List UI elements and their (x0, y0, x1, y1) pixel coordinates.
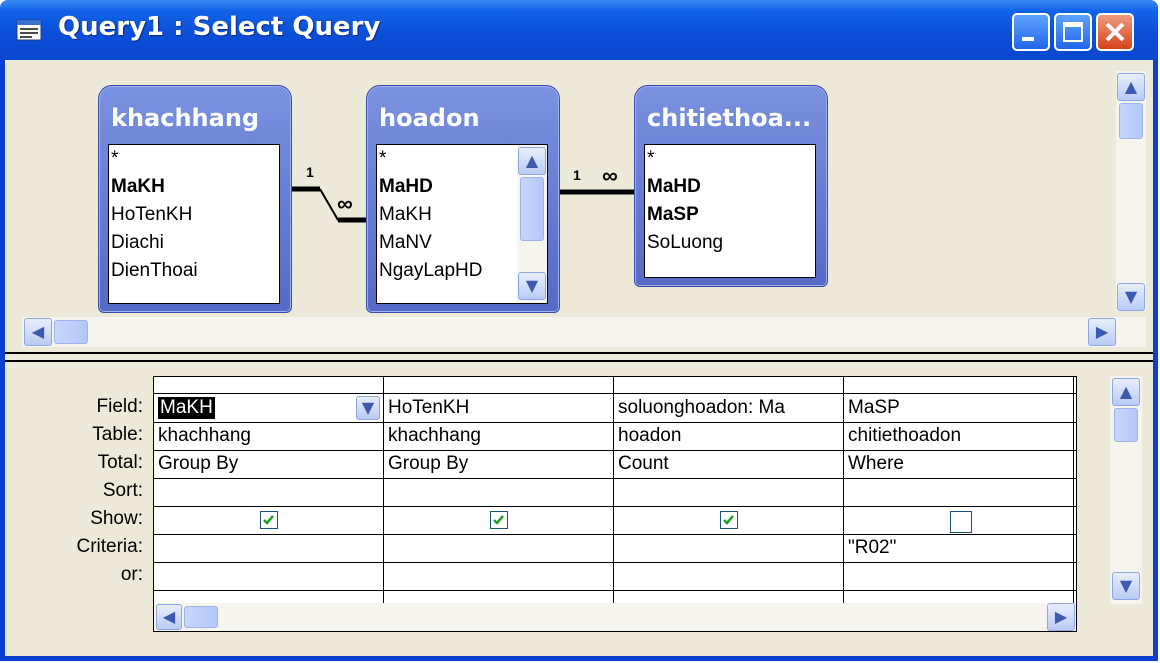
row-label-table: Table: (92, 424, 143, 445)
query-icon (16, 19, 42, 41)
row-label-total: Total: (97, 452, 143, 473)
scroll-thumb[interactable] (184, 606, 218, 628)
close-icon (1105, 22, 1125, 42)
query-client-area: 1 ∞ 1 ∞ khachhang * MaKH HoTenKH Diachi … (5, 60, 1153, 656)
table-cell[interactable]: chitiethoadon (848, 425, 961, 447)
field-list[interactable]: * MaHD MaSP SoLuong (644, 144, 816, 278)
chevron-up-icon: ▲ (525, 151, 539, 170)
scroll-up-button[interactable]: ▲ (518, 147, 546, 175)
design-grid-pane: Field: Table: Total: Sort: Show: Criteri… (5, 362, 1153, 656)
field-item[interactable]: HoTenKH (111, 204, 192, 226)
table-name: khachhang (111, 104, 260, 132)
total-cell[interactable]: Group By (388, 453, 468, 475)
criteria-cell[interactable]: "R02" (848, 537, 896, 559)
total-cell[interactable]: Count (618, 453, 669, 475)
table-khachhang[interactable]: khachhang * MaKH HoTenKH Diachi DienThoa… (98, 85, 292, 313)
field-cell[interactable]: HoTenKH (388, 397, 469, 419)
scroll-down-button[interactable]: ▼ (1112, 572, 1140, 600)
relationship-many-label: ∞ (337, 191, 353, 216)
field-cell[interactable]: MaSP (848, 397, 900, 419)
checkmark-icon (263, 515, 274, 525)
field-item[interactable]: MaHD (647, 176, 701, 198)
field-list[interactable]: * MaKH HoTenKH Diachi DienThoai (108, 144, 280, 304)
scroll-right-button[interactable]: ▶ (1047, 603, 1075, 631)
field-item[interactable]: MaSP (647, 204, 699, 226)
total-cell[interactable]: Group By (158, 453, 238, 475)
field-item[interactable]: Diachi (111, 232, 164, 254)
chevron-down-icon: ▼ (1119, 576, 1133, 595)
show-checkbox[interactable] (260, 511, 278, 529)
window-title: Query1 : Select Query (58, 12, 381, 42)
table-name: chitiethoa... (647, 104, 812, 132)
table-cell[interactable]: hoadon (618, 425, 681, 447)
scroll-thumb[interactable] (54, 320, 88, 344)
scroll-left-button[interactable]: ◀ (24, 318, 52, 346)
query-window: Query1 : Select Query 1 ∞ 1 ∞ khachhang … (0, 0, 1158, 661)
field-item[interactable]: MaKH (111, 176, 165, 198)
field-item[interactable]: MaKH (379, 204, 432, 226)
field-item[interactable]: MaHD (379, 176, 433, 198)
chevron-left-icon: ◀ (162, 607, 176, 626)
grid-horizontal-scrollbar[interactable] (154, 603, 1076, 631)
field-item[interactable]: * (379, 148, 386, 170)
close-button[interactable] (1096, 13, 1134, 51)
relationship-many-label: ∞ (602, 163, 618, 188)
maximize-icon (1063, 22, 1083, 42)
scroll-down-button[interactable]: ▼ (518, 272, 546, 300)
show-checkbox[interactable] (720, 511, 738, 529)
scroll-up-button[interactable]: ▲ (1117, 73, 1145, 101)
minimize-icon (1022, 37, 1034, 41)
field-item[interactable]: * (647, 148, 654, 170)
scroll-up-button[interactable]: ▲ (1112, 378, 1140, 406)
chevron-down-icon: ▼ (525, 276, 539, 295)
table-pane: 1 ∞ 1 ∞ khachhang * MaKH HoTenKH Diachi … (8, 63, 1149, 352)
relationship-one-label: 1 (573, 167, 581, 183)
chevron-right-icon: ▶ (1095, 322, 1109, 341)
checkmark-icon (723, 515, 734, 525)
chevron-up-icon: ▲ (1119, 382, 1133, 401)
table-chitiethoadon[interactable]: chitiethoa... * MaHD MaSP SoLuong (634, 85, 828, 287)
field-item[interactable]: * (111, 148, 118, 170)
field-item[interactable]: SoLuong (647, 232, 723, 254)
field-cell[interactable]: MaKH (158, 397, 215, 419)
row-label-show: Show: (90, 508, 143, 529)
scroll-thumb[interactable] (1114, 408, 1138, 442)
title-bar[interactable]: Query1 : Select Query (0, 0, 1158, 60)
chevron-up-icon: ▲ (1124, 77, 1138, 96)
table-cell[interactable]: khachhang (388, 425, 481, 447)
row-label-sort: Sort: (102, 480, 143, 501)
scroll-thumb[interactable] (520, 177, 544, 241)
show-checkbox[interactable] (950, 511, 972, 533)
chevron-left-icon: ◀ (31, 322, 45, 341)
scroll-thumb[interactable] (1119, 103, 1143, 139)
field-item[interactable]: NgayLapHD (379, 260, 483, 282)
maximize-button[interactable] (1054, 13, 1092, 51)
relationship-one-label: 1 (306, 164, 314, 180)
row-label-field: Field: (96, 396, 143, 417)
chevron-right-icon: ▶ (1054, 607, 1068, 626)
table-name: hoadon (379, 104, 480, 132)
table-cell[interactable]: khachhang (158, 425, 251, 447)
show-checkbox[interactable] (490, 511, 508, 529)
pane-splitter[interactable] (5, 352, 1153, 362)
table-hoadon[interactable]: hoadon * MaHD MaKH MaNV NgayLapHD ▲ ▼ (366, 85, 560, 313)
chevron-down-icon: ▼ (361, 398, 375, 417)
row-label-criteria: Criteria: (76, 536, 143, 557)
table-pane-horizontal-scrollbar[interactable] (22, 317, 1146, 347)
field-item[interactable]: DienThoai (111, 260, 198, 282)
scroll-right-button[interactable]: ▶ (1088, 318, 1116, 346)
minimize-button[interactable] (1012, 13, 1050, 51)
row-label-or: or: (120, 564, 143, 585)
field-list[interactable]: * MaHD MaKH MaNV NgayLapHD ▲ ▼ (376, 144, 548, 304)
field-dropdown-button[interactable]: ▼ (356, 396, 380, 420)
field-item[interactable]: MaNV (379, 232, 432, 254)
design-grid[interactable]: MaKH ▼ khachhang Group By HoTenKH khachh… (153, 376, 1077, 632)
total-cell[interactable]: Where (848, 453, 904, 475)
field-cell[interactable]: soluonghoadon: Ma (618, 397, 785, 419)
scroll-left-button[interactable]: ◀ (156, 604, 182, 630)
scroll-down-button[interactable]: ▼ (1117, 283, 1145, 311)
checkmark-icon (493, 515, 504, 525)
chevron-down-icon: ▼ (1124, 287, 1138, 306)
